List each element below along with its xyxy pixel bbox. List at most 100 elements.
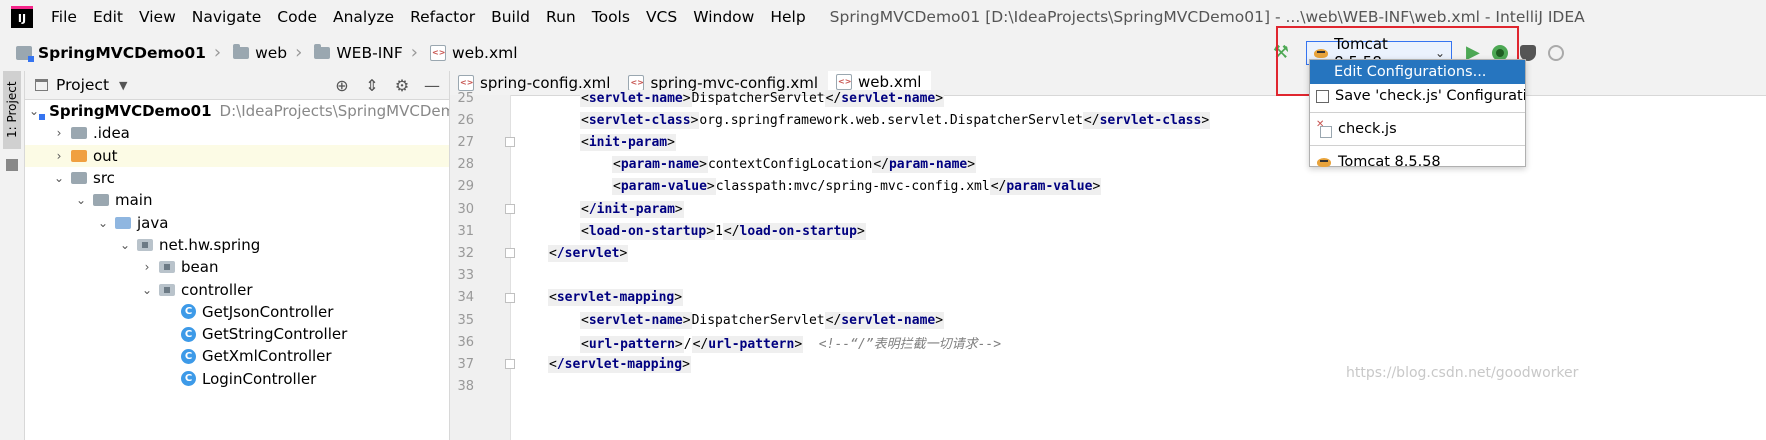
tree-item-out[interactable]: › out xyxy=(25,144,449,167)
project-panel-title[interactable]: Project xyxy=(56,76,109,94)
code-line[interactable]: 29 <param-value>classpath:mvc/spring-mvc-… xyxy=(450,176,1766,198)
xml-open-tag: <servlet-class> xyxy=(580,111,700,129)
chevron-down-icon[interactable]: ▼ xyxy=(119,79,127,92)
menu-code[interactable]: Code xyxy=(269,0,325,34)
xml-text-value: 1 xyxy=(715,223,723,239)
xml-open-tag: <param-value> xyxy=(612,178,716,196)
xml-comment: <!--“/”表明拦截一切请求--> xyxy=(803,336,1002,352)
tree-item-label: java xyxy=(137,213,169,232)
chevron-down-icon[interactable]: ⌄ xyxy=(51,171,67,185)
tree-item-bean[interactable]: › bean xyxy=(25,256,449,278)
chevron-right-icon[interactable]: › xyxy=(51,126,67,140)
code-line[interactable]: 35 <servlet-name>DispatcherServlet</servl… xyxy=(450,309,1766,331)
breadcrumb-project[interactable]: SpringMVCDemo01 › xyxy=(0,34,227,71)
xml-text-value: DispatcherServlet xyxy=(691,90,825,106)
code-line[interactable]: 30 </init-param> xyxy=(450,198,1766,220)
fold-marker-icon[interactable] xyxy=(505,359,515,370)
tree-item-idea[interactable]: › .idea xyxy=(25,122,449,144)
tree-item-java[interactable]: ⌄ java xyxy=(25,211,449,233)
tree-item-label: src xyxy=(93,169,115,188)
fold-marker-icon[interactable] xyxy=(505,204,515,214)
line-number: 33 xyxy=(457,268,474,284)
profile-icon[interactable] xyxy=(1547,44,1564,61)
line-number: 28 xyxy=(457,157,474,173)
breadcrumb-web-xml[interactable]: web.xml xyxy=(424,34,524,71)
popup-item-save-configuration[interactable]: Save 'check.js' Configuration xyxy=(1310,84,1525,108)
fold-marker-icon[interactable] xyxy=(505,292,515,303)
tree-item-main[interactable]: ⌄ main xyxy=(25,189,449,211)
code-line[interactable]: 34 <servlet-mapping> xyxy=(450,287,1766,309)
javascript-config-icon xyxy=(1316,119,1332,138)
code-line[interactable]: 33 xyxy=(450,265,1766,287)
project-tool-tab[interactable]: 1: Project xyxy=(3,71,21,149)
code-line[interactable]: 27 <init-param> xyxy=(450,131,1766,153)
code-line[interactable]: 31 <load-on-startup>1</load-on-startup> xyxy=(450,220,1766,242)
popup-item-check-js[interactable]: check.js xyxy=(1310,117,1525,141)
menu-analyze[interactable]: Analyze xyxy=(325,0,402,34)
menu-edit[interactable]: Edit xyxy=(85,0,131,34)
tree-item-getjsoncontroller[interactable]: › C GetJsonController xyxy=(25,301,449,323)
fold-marker-icon[interactable] xyxy=(505,137,515,148)
menu-run[interactable]: Run xyxy=(538,0,584,34)
tree-item-controller[interactable]: ⌄ controller xyxy=(25,278,449,300)
chevron-down-icon[interactable]: ⌄ xyxy=(73,193,89,207)
line-number: 31 xyxy=(457,223,474,239)
breadcrumb-web[interactable]: web › xyxy=(227,34,308,71)
structure-tool-icon[interactable] xyxy=(6,159,18,171)
code-text: <load-on-startup>1</load-on-startup> xyxy=(580,222,866,240)
menu-window[interactable]: Window xyxy=(685,0,762,34)
chevron-right-icon[interactable]: › xyxy=(139,260,155,274)
folder-icon xyxy=(93,194,109,207)
tree-item-logincontroller[interactable]: › C LoginController xyxy=(25,368,449,390)
chevron-down-icon[interactable]: ⌄ xyxy=(29,104,39,118)
code-text: <url-pattern>/</url-pattern> <!--“/”表明拦截… xyxy=(580,333,1002,353)
code-line[interactable]: 28 <param-name>contextConfigLocation</par… xyxy=(450,154,1766,176)
folder-icon xyxy=(71,127,87,140)
code-text: <param-value>classpath:mvc/spring-mvc-co… xyxy=(612,178,1102,196)
minimize-icon[interactable]: — xyxy=(421,74,443,96)
xml-open-tag: <servlet-name> xyxy=(580,89,692,107)
menu-refactor[interactable]: Refactor xyxy=(402,0,483,34)
popup-item-tomcat[interactable]: Tomcat 8.5.58 xyxy=(1310,150,1525,174)
project-panel: Project ▼ ⊕ ⇕ ⚙ — ⌄ SpringMVCDemo01 D:\I… xyxy=(25,71,450,440)
tree-item-project-root[interactable]: ⌄ SpringMVCDemo01 D:\IdeaProjects\Spring… xyxy=(25,100,449,122)
code-line[interactable]: 26 <servlet-class>org.springframework.web… xyxy=(450,109,1766,131)
popup-item-edit-configurations[interactable]: Edit Configurations... xyxy=(1310,60,1525,84)
chevron-right-icon[interactable]: › xyxy=(51,149,67,163)
xml-open-tag: <url-pattern> xyxy=(580,335,684,353)
menu-navigate[interactable]: Navigate xyxy=(184,0,270,34)
tree-item-getxmlcontroller[interactable]: › C GetXmlController xyxy=(25,345,449,367)
package-icon xyxy=(159,261,175,274)
locate-target-icon[interactable]: ⊕ xyxy=(331,74,353,96)
folder-icon xyxy=(233,43,250,59)
window-title: SpringMVCDemo01 [D:\IdeaProjects\SpringM… xyxy=(829,8,1585,26)
chevron-down-icon[interactable]: ⌄ xyxy=(95,216,111,230)
fold-marker-icon[interactable] xyxy=(505,248,515,259)
folder-icon xyxy=(71,172,87,185)
menu-tools[interactable]: Tools xyxy=(584,0,638,34)
tree-item-net-hw-spring[interactable]: ⌄ net.hw.spring xyxy=(25,234,449,256)
breadcrumb-separator-icon: › xyxy=(213,42,222,63)
chevron-down-icon[interactable]: ⌄ xyxy=(139,283,155,297)
menu-build[interactable]: Build xyxy=(483,0,538,34)
code-line[interactable]: 32 </servlet> xyxy=(450,242,1766,264)
popup-separator xyxy=(1310,145,1525,146)
menu-help[interactable]: Help xyxy=(762,0,813,34)
menu-view[interactable]: View xyxy=(131,0,184,34)
code-text: <servlet-name>DispatcherServlet</servlet… xyxy=(580,89,945,107)
code-line[interactable]: 25 <servlet-name>DispatcherServlet</servl… xyxy=(450,87,1766,109)
gear-icon[interactable]: ⚙ xyxy=(391,74,413,96)
tree-item-label: net.hw.spring xyxy=(159,235,261,254)
menu-file[interactable]: File xyxy=(43,0,85,34)
chevron-down-icon: ⌄ xyxy=(1434,45,1445,60)
chevron-down-icon[interactable]: ⌄ xyxy=(117,238,133,252)
tree-item-getstringcontroller[interactable]: › C GetStringController xyxy=(25,323,449,345)
tree-item-src[interactable]: ⌄ src xyxy=(25,167,449,189)
menu-vcs[interactable]: VCS xyxy=(638,0,685,34)
code-text: <servlet-mapping> xyxy=(548,289,684,307)
collapse-all-icon[interactable]: ⇕ xyxy=(361,74,383,96)
code-line[interactable]: 36 <url-pattern>/</url-pattern> <!--“/”表明… xyxy=(450,331,1766,353)
build-hammer-icon[interactable]: ⚒ xyxy=(1270,42,1292,64)
code-editor: spring-config.xml spring-mvc-config.xml … xyxy=(450,71,1766,440)
breadcrumb-web-inf[interactable]: WEB-INF › xyxy=(308,34,424,71)
